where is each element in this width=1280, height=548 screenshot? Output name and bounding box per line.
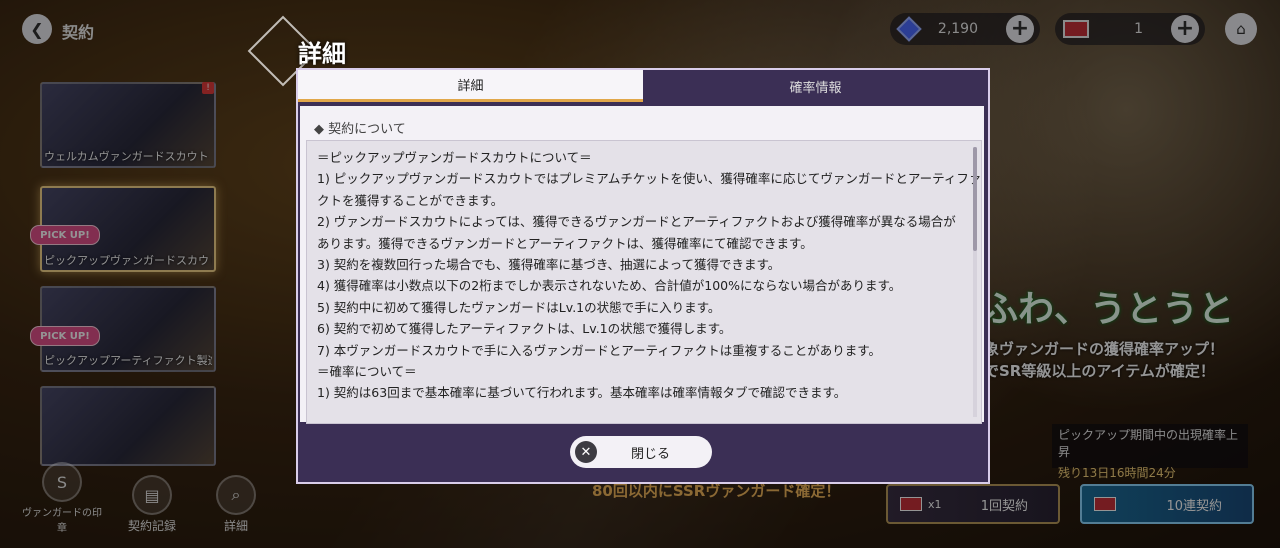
text-line: クトを獲得することができます。: [317, 192, 504, 208]
modal-content: ◆ 契約について ＝ピックアップヴァンガードスカウトについて＝ 1) ピックアッ…: [300, 106, 984, 424]
details-modal: 詳細 確率情報 ◆ 契約について ＝ピックアップヴァンガードスカウトについて＝ …: [296, 68, 990, 484]
text-line: ＝確率について＝: [317, 364, 417, 380]
text-line: 3) 契約を複数回行った場合でも、獲得確率に基づき、抽選によって獲得できます。: [317, 257, 781, 273]
text-line: 6) 契約で初めて獲得したアーティファクトは、Lv.1の状態で獲得します。: [317, 321, 732, 337]
close-button[interactable]: ✕ 閉じる: [570, 436, 712, 468]
text-line: 4) 獲得確率は小数点以下の2桁までしか表示されないため、合計値が100%になら…: [317, 278, 902, 294]
text-line: 2) ヴァンガードスカウトによっては、獲得できるヴァンガードとアーティファクトお…: [317, 214, 956, 230]
modal-title: 詳細: [298, 40, 346, 68]
details-textbox[interactable]: ＝ピックアップヴァンガードスカウトについて＝ 1) ピックアップヴァンガードスカ…: [306, 140, 982, 424]
close-label: 閉じる: [631, 446, 671, 462]
text-line: 7) 本ヴァンガードスカウトで手に入るヴァンガードとアーティファクトは重複するこ…: [317, 342, 882, 358]
close-icon: ✕: [575, 441, 597, 463]
text-line: 1) ピックアップヴァンガードスカウトではプレミアムチケットを使い、獲得確率に応…: [317, 171, 982, 187]
text-line: 5) 契約中に初めて獲得したヴァンガードはLv.1の状態で手に入ります。: [317, 299, 721, 315]
tab-details[interactable]: 詳細: [298, 70, 643, 102]
text-line: 1) 契約は63回まで基本確率に基づいて行われます。基本確率は確率情報タブで確認…: [317, 385, 847, 401]
text-line: ＝ピックアップヴァンガードスカウトについて＝: [317, 150, 592, 165]
tab-probability-info[interactable]: 確率情報: [643, 70, 988, 102]
scrollbar-thumb[interactable]: [973, 147, 977, 251]
modal-tabs: 詳細 確率情報: [298, 70, 988, 102]
section-heading: ◆ 契約について: [314, 122, 406, 137]
text-line: あります。獲得できるヴァンガードとアーティファクトは、獲得確率にて確認できます。: [317, 235, 813, 251]
